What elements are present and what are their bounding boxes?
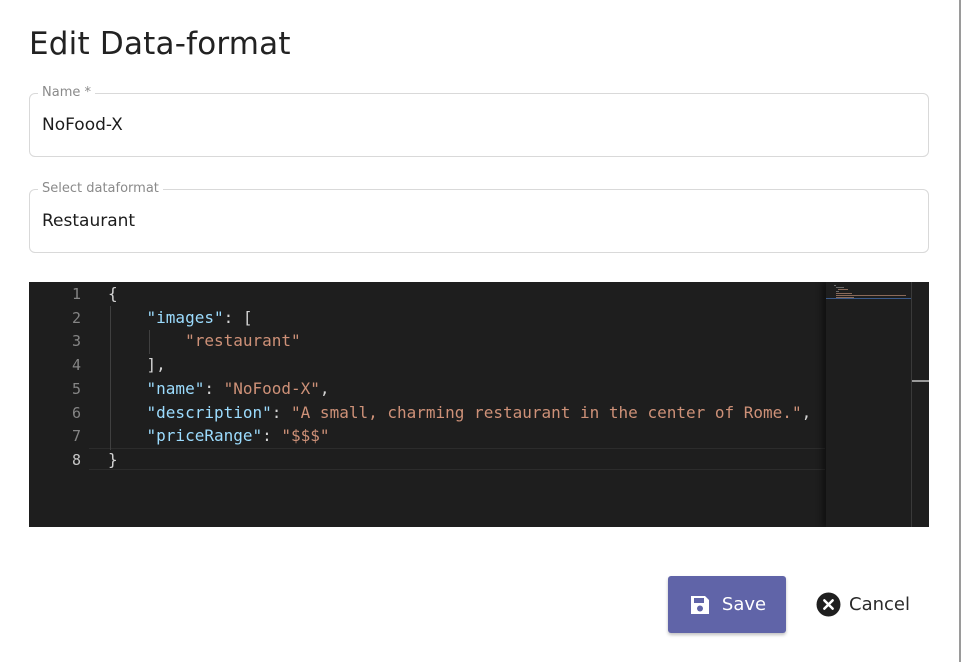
line-number-gutter: 1 2 3 4 5 6 7 8: [29, 282, 89, 527]
code-line[interactable]: "restaurant": [108, 329, 301, 353]
json-punctuation: [108, 331, 185, 350]
json-key: "description": [146, 402, 272, 422]
minimap-line: [838, 289, 848, 290]
minimap-line: [836, 287, 844, 288]
line-number: 4: [71, 356, 81, 375]
name-field[interactable]: Name *: [29, 85, 929, 157]
json-key: "name": [146, 378, 205, 398]
json-punctuation: {: [108, 284, 118, 303]
code-line[interactable]: "images": [: [108, 306, 253, 330]
json-punctuation: :: [204, 378, 224, 398]
line-number: 6: [71, 403, 81, 422]
save-button-label: Save: [721, 594, 767, 615]
json-code-editor[interactable]: 1 2 3 4 5 6 7 8 { "images": [ "restaurant" ], "…: [29, 282, 929, 527]
json-punctuation: [108, 403, 147, 422]
dataformat-select-value[interactable]: Restaurant: [42, 190, 902, 252]
edit-dataformat-dialog: Edit Data-format Name * Select dataforma…: [0, 0, 961, 662]
minimap-line: [836, 293, 852, 294]
vertical-scrollbar-thumb[interactable]: [912, 380, 929, 382]
json-string: "$$$": [281, 426, 330, 446]
cancel-button-label: Cancel: [849, 594, 910, 615]
minimap-line: [836, 291, 839, 292]
code-line[interactable]: {: [108, 282, 118, 306]
json-key: "priceRange": [146, 426, 263, 446]
json-punctuation: :: [271, 402, 292, 422]
cancel-button[interactable]: Cancel: [804, 576, 922, 633]
code-line[interactable]: ],: [108, 353, 166, 377]
dataformat-select[interactable]: Select dataformat Restaurant: [29, 181, 929, 253]
code-line[interactable]: "description": "A small, charming restau…: [108, 401, 812, 425]
floppy-disk-icon: [688, 593, 712, 617]
minimap-line: [836, 297, 854, 298]
code-line[interactable]: "priceRange": "$$$": [108, 424, 330, 448]
json-punctuation: :: [262, 426, 282, 446]
minimap-line: [834, 285, 836, 286]
name-input[interactable]: [42, 94, 902, 156]
save-button[interactable]: Save: [668, 576, 786, 633]
json-string: "NoFood-X": [223, 378, 320, 398]
code-line[interactable]: "name": "NoFood-X",: [108, 377, 330, 401]
json-punctuation: ],: [108, 355, 166, 375]
close-circle-icon: [816, 592, 841, 617]
dialog-title: Edit Data-format: [29, 26, 291, 62]
line-number: 5: [71, 379, 81, 398]
json-string: "restaurant": [185, 331, 301, 351]
line-number: 7: [71, 427, 81, 446]
code-area[interactable]: { "images": [ "restaurant" ], "name": "N…: [108, 282, 824, 527]
line-number: 8: [71, 450, 81, 469]
line-number: 2: [71, 308, 81, 327]
line-number: 3: [71, 332, 81, 351]
json-punctuation: ,: [319, 378, 330, 398]
vertical-scrollbar-track: [911, 282, 912, 527]
json-key: "images": [146, 307, 224, 327]
json-punctuation: [108, 308, 147, 327]
json-punctuation: [108, 379, 147, 398]
minimap[interactable]: [826, 282, 929, 527]
json-punctuation: : [: [223, 307, 253, 327]
json-punctuation: }: [108, 449, 118, 469]
json-punctuation: [108, 426, 147, 445]
json-punctuation: ,: [801, 402, 812, 422]
code-line[interactable]: }: [108, 448, 118, 472]
json-string: "A small, charming restaurant in the cen…: [291, 402, 802, 422]
minimap-line: [836, 295, 906, 296]
line-number: 1: [71, 285, 81, 303]
